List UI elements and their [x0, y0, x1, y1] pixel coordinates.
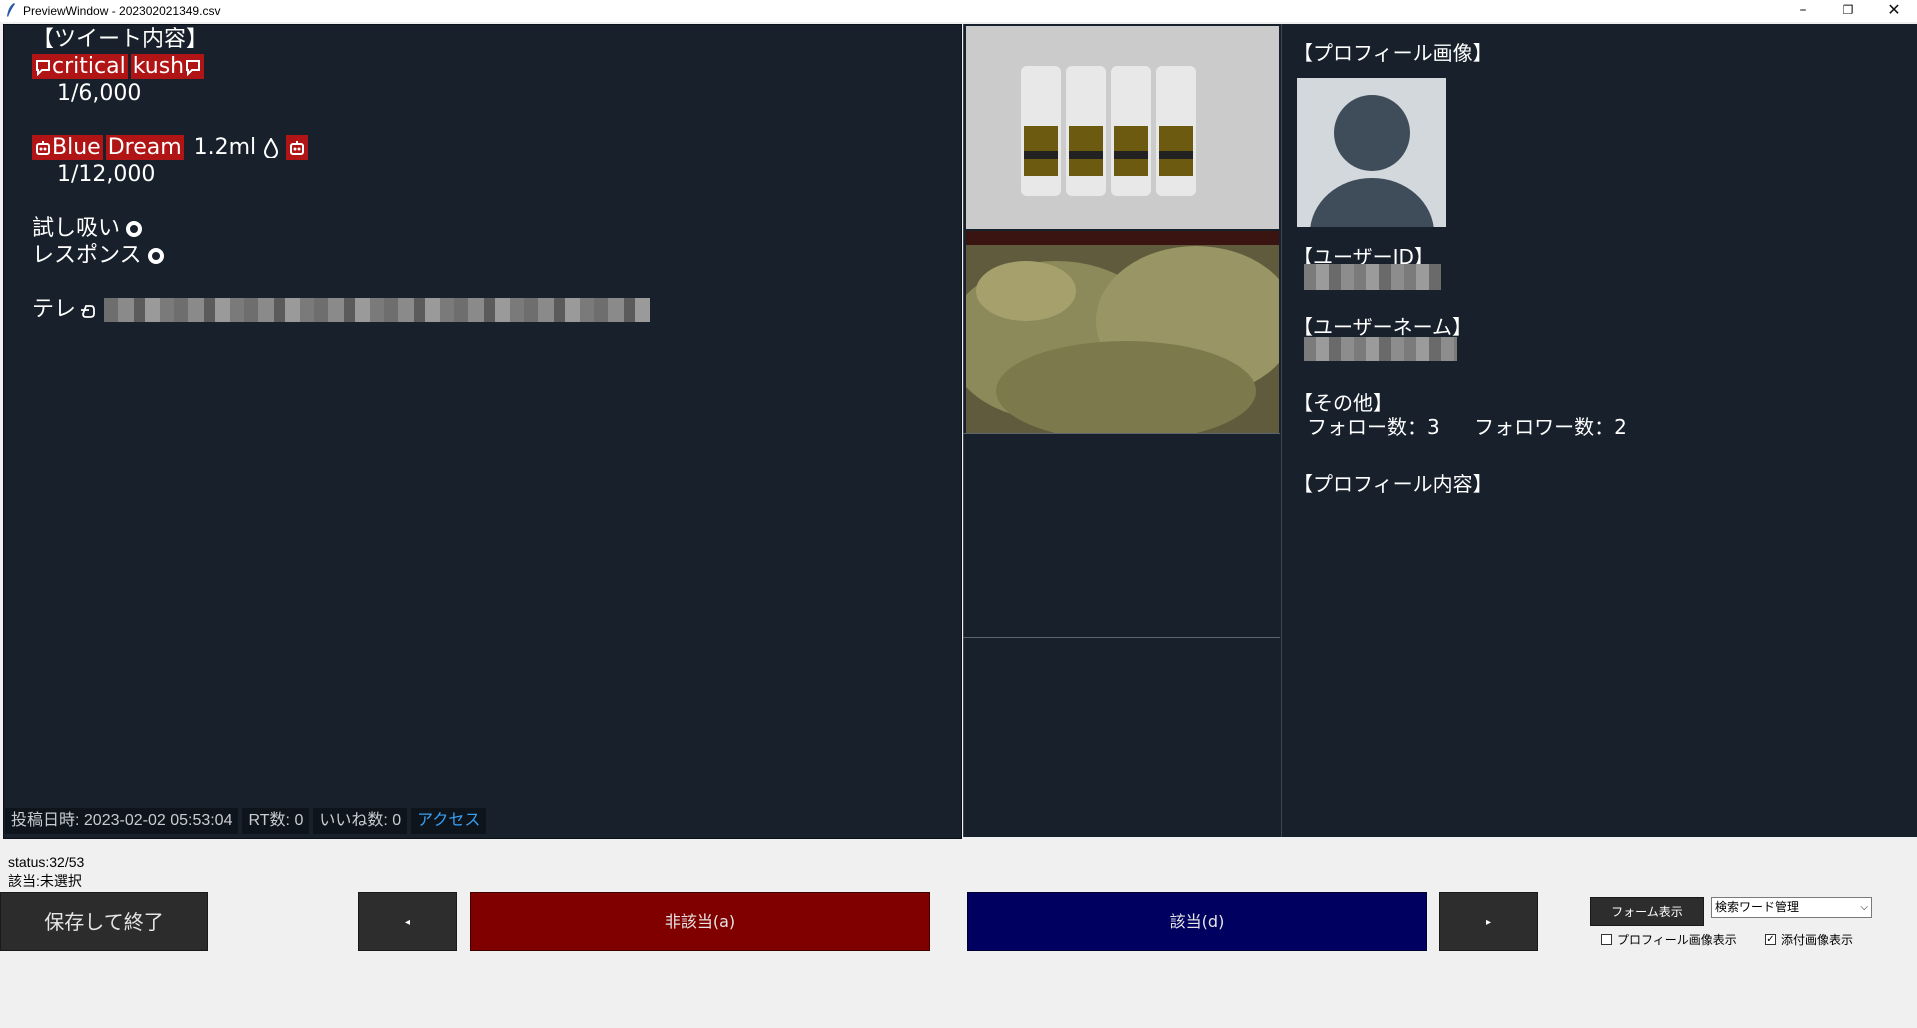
form-display-button[interactable]: フォーム表示	[1590, 897, 1704, 926]
keyword-blue: Blue	[52, 135, 101, 160]
follower-count: 2	[1614, 415, 1627, 439]
telegram-text: テレ	[32, 297, 77, 322]
image-divider	[963, 433, 1280, 434]
profile-image-header: 【プロフィール画像】	[1293, 41, 1493, 65]
tweet-line-3: Blue Dream 1.2ml	[32, 134, 650, 161]
feather-icon	[7, 3, 15, 17]
image-divider	[963, 637, 1280, 638]
cartridges-image	[966, 26, 1279, 229]
keyword-dream: Dream	[107, 135, 182, 160]
response-text: レスポンス	[32, 243, 142, 268]
speech-bubble-icon	[186, 60, 201, 76]
follow-stats: フォロー数：3 フォロワー数：2	[1307, 411, 1627, 440]
redacted-user-name	[1304, 337, 1457, 361]
speech-bubble-icon	[36, 60, 50, 76]
tweet-content: 【ツイート内容】 critical kush 1/6,000 Blue Dream …	[32, 26, 651, 323]
attached-image-1[interactable]	[966, 26, 1279, 229]
tweet-header: 【ツイート内容】	[32, 27, 209, 52]
window-title: PreviewWindow - 202302021349.csv	[23, 4, 221, 18]
follow-count: 3	[1427, 415, 1440, 439]
checkbox-unchecked[interactable]	[1601, 934, 1612, 945]
chevron-down-icon: ⌵	[1860, 902, 1868, 913]
default-avatar-icon	[1310, 95, 1434, 227]
tweet-line-7: テレ	[32, 296, 651, 323]
robot-icon	[290, 141, 305, 155]
like-count: いいね数: 0	[313, 808, 408, 834]
follow-label: フォロー数：	[1307, 415, 1427, 439]
tweet-line-2: 1/6,000	[57, 81, 142, 106]
highlight-segment: critical	[32, 54, 128, 79]
not-applicable-button[interactable]: 非該当(a)	[470, 892, 930, 951]
tweet-line-5: 試し吸い	[32, 215, 650, 242]
tweet-volume: 1.2ml	[193, 135, 257, 160]
minimize-button[interactable]: –	[1780, 0, 1826, 22]
redacted-telegram-id	[104, 298, 651, 322]
highlight-segment: kush	[130, 54, 205, 79]
plant-material-image	[966, 231, 1279, 433]
previous-button[interactable]: ◂	[358, 892, 457, 951]
follower-label: フォロワー数：	[1474, 415, 1615, 439]
access-link[interactable]: アクセス	[411, 808, 487, 834]
robot-icon	[36, 141, 50, 155]
attached-image-toggle[interactable]: ✓ 添付画像表示	[1765, 931, 1853, 948]
tweet-line-4: 1/12,000	[57, 162, 156, 187]
tweet-line-6: レスポンス	[32, 242, 650, 269]
checkbox-label: プロフィール画像表示	[1617, 933, 1737, 947]
circle-mark-icon	[126, 221, 143, 237]
applicable-status: 該当:未選択	[8, 873, 82, 889]
tweet-line-1: critical kush	[32, 53, 650, 80]
pointing-hand-icon	[81, 305, 95, 318]
profile-content-header: 【プロフィール内容】	[1293, 472, 1493, 496]
redacted-user-id	[1304, 264, 1441, 290]
user-name-header: 【ユーザーネーム】	[1293, 315, 1472, 339]
highlight-segment: Blue	[32, 135, 103, 160]
keyword-critical: critical	[52, 54, 126, 79]
tweet-status-bar: 投稿日時: 2023-02-02 05:53:04 RT数: 0 いいね数: 0…	[5, 808, 487, 834]
next-button[interactable]: ▸	[1439, 892, 1538, 951]
keyword-kush: kush	[132, 54, 185, 79]
droplet-icon	[264, 138, 279, 158]
checkbox-label: 添付画像表示	[1781, 933, 1854, 947]
trial-text: 試し吸い	[32, 216, 121, 241]
highlight-segment	[286, 135, 309, 160]
status-counter: status:32/53	[8, 854, 85, 870]
profile-image-toggle[interactable]: プロフィール画像表示	[1601, 931, 1737, 948]
checkbox-checked[interactable]: ✓	[1765, 934, 1776, 945]
applicable-button[interactable]: 該当(d)	[967, 892, 1427, 951]
restore-button[interactable]: ❐	[1825, 0, 1871, 22]
search-word-select[interactable]: 検索ワード管理 ⌵	[1711, 897, 1872, 918]
title-bar: PreviewWindow - 202302021349.csv – ❐ ✕	[0, 0, 1917, 22]
attached-image-2[interactable]	[966, 231, 1279, 433]
circle-mark-icon	[147, 248, 164, 264]
highlight-segment: Dream	[105, 135, 184, 160]
posted-datetime: 投稿日時: 2023-02-02 05:53:04	[5, 808, 239, 834]
avatar	[1297, 78, 1446, 227]
close-button[interactable]: ✕	[1871, 0, 1917, 22]
retweet-count: RT数: 0	[242, 808, 310, 834]
select-value: 検索ワード管理	[1715, 900, 1800, 914]
save-and-exit-button[interactable]: 保存して終了	[0, 892, 208, 951]
